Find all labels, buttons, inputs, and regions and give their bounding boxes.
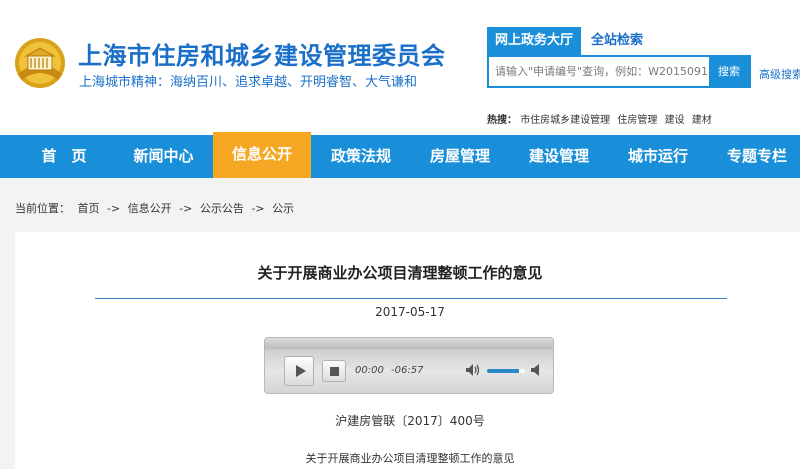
city-motto: 上海城市精神：海纳百川、追求卓越、开明睿智、大气谦和 bbox=[79, 75, 418, 90]
breadcrumb-label: 当前位置： bbox=[15, 202, 70, 215]
search-input[interactable] bbox=[489, 57, 711, 86]
nav-item-construction[interactable]: 建设管理 bbox=[510, 135, 608, 178]
advanced-search-link[interactable]: 高级搜索 bbox=[759, 66, 800, 82]
breadcrumb-link-notice[interactable]: 公示 bbox=[272, 202, 294, 215]
document-first-line: 关于开展商业办公项目清理整顿工作的意见 bbox=[305, 452, 515, 465]
breadcrumb: 当前位置： 首页 -> 信息公开 -> 公示公告 -> 公示 bbox=[15, 200, 298, 216]
volume-icon[interactable] bbox=[465, 362, 481, 378]
search-box: 搜索 bbox=[487, 55, 751, 88]
site-header: 上海市住房和城乡建设管理委员会 上海城市精神：海纳百川、追求卓越、开明睿智、大气… bbox=[0, 0, 800, 135]
search-button[interactable]: 搜索 bbox=[709, 57, 749, 86]
hot-search-label: 热搜： bbox=[487, 115, 517, 126]
nav-item-news[interactable]: 新闻中心 bbox=[115, 135, 212, 178]
nav-item-housing[interactable]: 房屋管理 bbox=[411, 135, 509, 178]
article-title: 关于开展商业办公项目清理整顿工作的意见 bbox=[257, 264, 543, 282]
title-divider bbox=[95, 298, 727, 299]
hot-search: 热搜： 市住房城乡建设管理 住房管理 建设 建材 bbox=[487, 111, 716, 126]
breadcrumb-separator: -> bbox=[107, 202, 121, 215]
nav-item-policy[interactable]: 政策法规 bbox=[312, 135, 410, 178]
stop-button[interactable] bbox=[322, 360, 346, 382]
volume-level bbox=[487, 369, 520, 373]
breadcrumb-link-home[interactable]: 首页 bbox=[78, 202, 100, 215]
breadcrumb-link-info-disclosure[interactable]: 信息公开 bbox=[128, 202, 172, 215]
hot-search-item[interactable]: 建材 bbox=[692, 115, 712, 126]
breadcrumb-separator: -> bbox=[179, 202, 193, 215]
main-nav: 首 页 新闻中心 信息公开 政策法规 房屋管理 建设管理 城市运行 专题专栏 bbox=[0, 132, 800, 178]
tab-site-search[interactable]: 全站检索 bbox=[581, 27, 651, 55]
breadcrumb-separator: -> bbox=[251, 202, 265, 215]
search-tabs: 网上政务大厅 全站检索 bbox=[487, 27, 651, 55]
nav-item-city-operation[interactable]: 城市运行 bbox=[609, 135, 707, 178]
tab-online-service-hall[interactable]: 网上政务大厅 bbox=[487, 27, 582, 55]
nav-item-info-disclosure[interactable]: 信息公开 bbox=[213, 132, 311, 178]
current-time: 00:00 bbox=[355, 365, 384, 376]
city-emblem-icon[interactable] bbox=[12, 36, 68, 90]
hot-search-item[interactable]: 建设 bbox=[665, 115, 685, 126]
hot-search-item[interactable]: 住房管理 bbox=[617, 115, 657, 126]
site-title[interactable]: 上海市住房和城乡建设管理委员会 bbox=[78, 36, 446, 71]
breadcrumb-link-announcements[interactable]: 公示公告 bbox=[200, 202, 244, 215]
speaker-max-icon[interactable] bbox=[530, 362, 542, 378]
volume-slider[interactable] bbox=[487, 369, 525, 373]
nav-item-home[interactable]: 首 页 bbox=[0, 135, 128, 178]
document-number: 沪建房管联〔2017〕400号 bbox=[335, 414, 485, 428]
remaining-time: -06:57 bbox=[391, 365, 424, 376]
hot-search-item[interactable]: 市住房城乡建设管理 bbox=[520, 115, 610, 126]
play-button[interactable] bbox=[284, 356, 314, 386]
article-date: 2017-05-17 bbox=[375, 305, 445, 319]
nav-item-special-topics[interactable]: 专题专栏 bbox=[708, 135, 800, 178]
audio-player: 00:00 -06:57 bbox=[264, 337, 554, 394]
